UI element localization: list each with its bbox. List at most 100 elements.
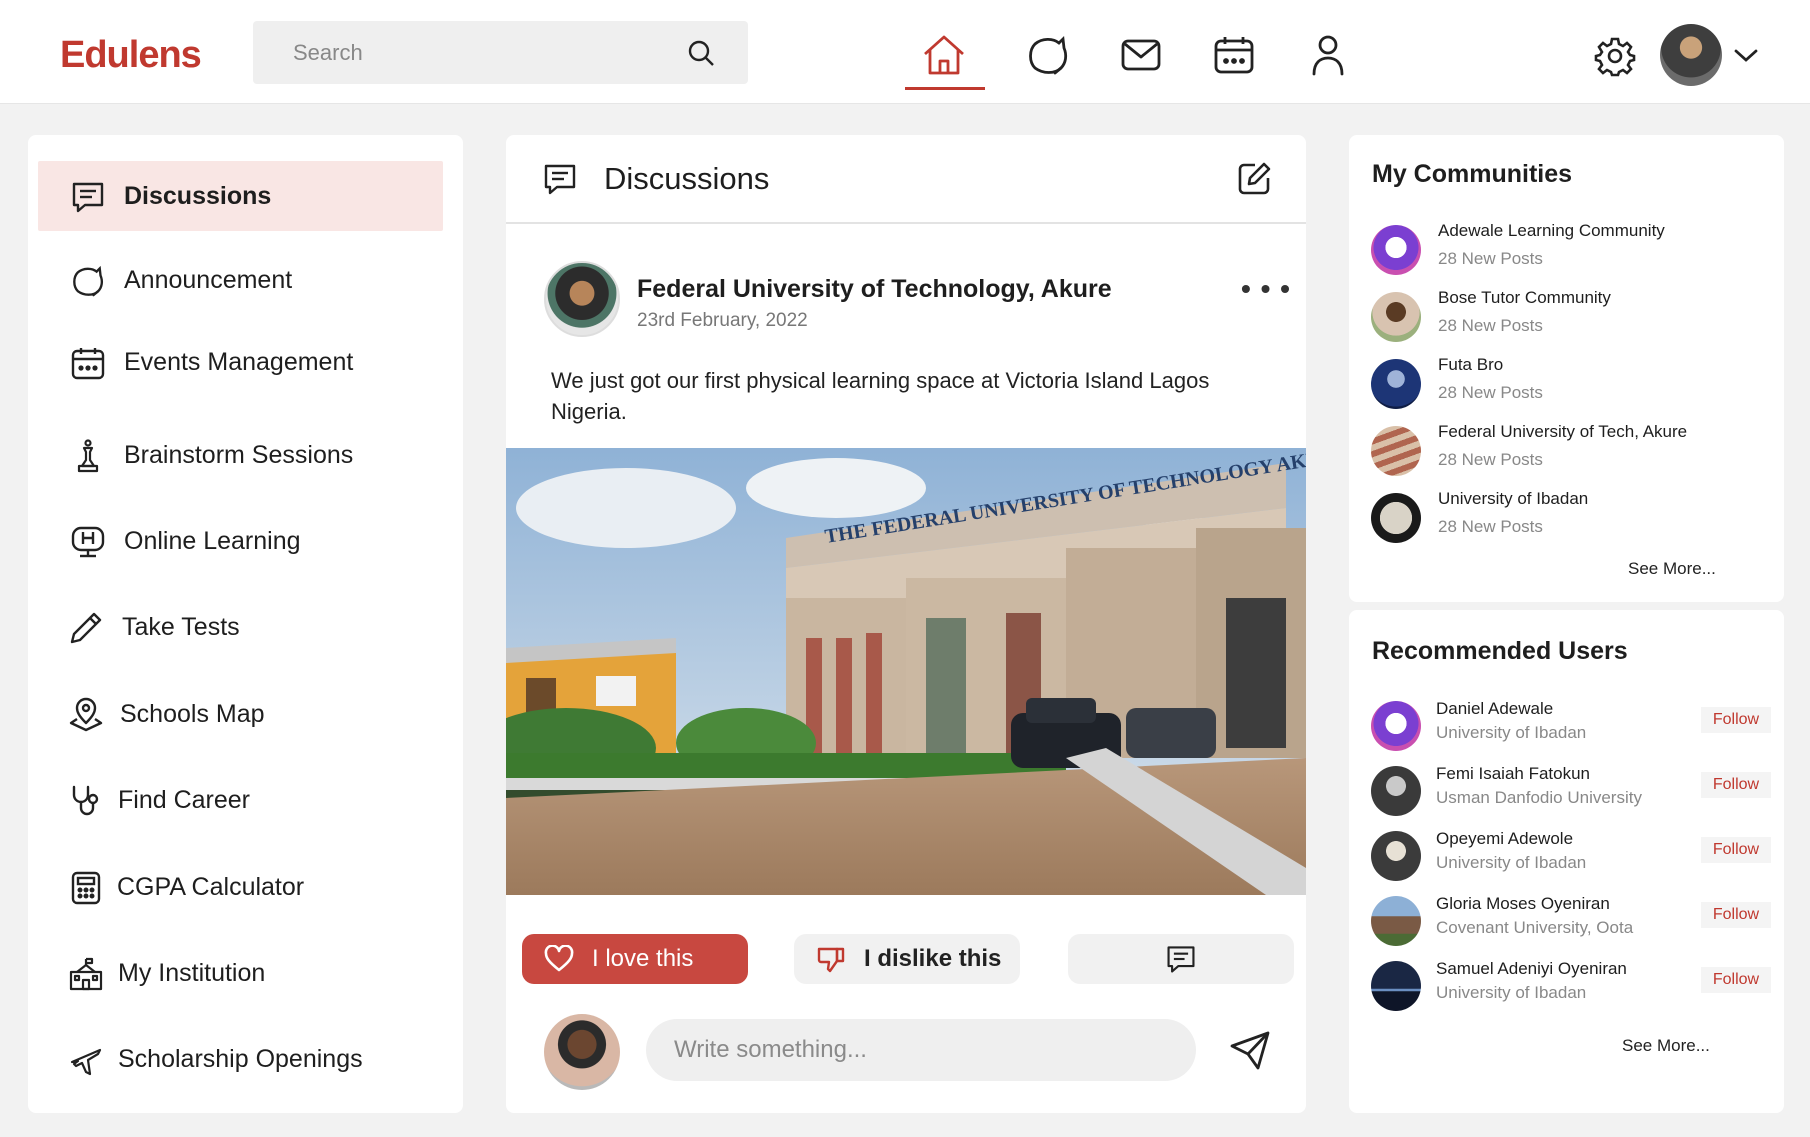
university-gate-photo: THE FEDERAL UNIVERSITY OF TECHNOLOGY AKU…	[506, 448, 1306, 895]
search-icon[interactable]	[686, 38, 716, 68]
dislike-button-label: I dislike this	[864, 945, 1002, 972]
post-author-avatar[interactable]	[544, 261, 620, 337]
calendar-icon	[71, 348, 105, 380]
sidebar-item-schools-map[interactable]: Schools Map	[38, 679, 443, 749]
user-name[interactable]: Opeyemi Adewole	[1436, 829, 1573, 849]
sidebar-item-my-institution[interactable]: My Institution	[38, 938, 443, 1008]
mail-icon[interactable]	[1118, 32, 1164, 78]
app-logo[interactable]: Edulens	[60, 34, 202, 77]
community-item[interactable]: University of Ibadan 28 New Posts	[1371, 485, 1771, 543]
sidebar-item-scholarship-openings[interactable]: Scholarship Openings	[38, 1024, 443, 1094]
community-avatar	[1371, 359, 1421, 409]
avatar[interactable]	[1371, 961, 1421, 1011]
sidebar-item-discussions[interactable]: Discussions	[38, 161, 443, 231]
home-icon[interactable]	[921, 32, 967, 78]
calendar-icon[interactable]	[1211, 32, 1257, 78]
post-date: 23rd February, 2022	[637, 310, 808, 331]
comment-input[interactable]	[646, 1019, 1196, 1081]
heart-icon	[544, 945, 574, 972]
gear-icon[interactable]	[1594, 35, 1636, 77]
page-title: Discussions	[604, 161, 770, 196]
sidebar-item-announcement[interactable]: Announcement	[38, 245, 443, 315]
community-item[interactable]: Bose Tutor Community 28 New Posts	[1371, 284, 1771, 342]
post-image[interactable]: THE FEDERAL UNIVERSITY OF TECHNOLOGY AKU…	[506, 448, 1306, 895]
follow-button[interactable]: Follow	[1701, 772, 1771, 798]
sidebar-item-cgpa-calculator[interactable]: CGPA Calculator	[38, 852, 443, 922]
love-button[interactable]: I love this	[522, 934, 748, 984]
user-name[interactable]: Daniel Adewale	[1436, 699, 1553, 719]
community-post-count: 28 New Posts	[1438, 517, 1543, 536]
see-more-communities-link[interactable]: See More...	[1628, 559, 1716, 579]
profile-icon[interactable]	[1305, 32, 1351, 78]
stethoscope-icon	[72, 785, 99, 816]
calculator-icon	[71, 871, 101, 905]
sidebar-item-take-tests[interactable]: Take Tests	[38, 592, 443, 662]
thumbs-down-icon	[817, 947, 845, 973]
community-avatar	[1371, 292, 1421, 342]
sidebar: Discussions Announcement Events Manageme…	[28, 135, 463, 1113]
follow-button[interactable]: Follow	[1701, 902, 1771, 928]
sidebar-item-label: CGPA Calculator	[117, 873, 305, 901]
community-item[interactable]: Adewale Learning Community 28 New Posts	[1371, 217, 1771, 275]
community-name: Adewale Learning Community	[1438, 221, 1665, 240]
plane-icon	[70, 1048, 102, 1076]
avatar[interactable]	[1371, 766, 1421, 816]
community-avatar	[1371, 426, 1421, 476]
sidebar-item-label: My Institution	[118, 959, 266, 987]
avatar[interactable]	[1371, 701, 1421, 751]
community-post-count: 28 New Posts	[1438, 383, 1543, 402]
community-item[interactable]: Federal University of Tech, Akure 28 New…	[1371, 418, 1771, 476]
post-text: We just got our first physical learning …	[551, 368, 1210, 424]
sidebar-item-label: Brainstorm Sessions	[124, 441, 354, 469]
recommended-title: Recommended Users	[1372, 637, 1628, 665]
user-name[interactable]: Samuel Adeniyi Oyeniran	[1436, 959, 1627, 979]
recommended-user-item: Samuel Adeniyi Oyeniran University of Ib…	[1371, 955, 1771, 1013]
community-name: Federal University of Tech, Akure	[1438, 422, 1688, 441]
community-name: Bose Tutor Community	[1438, 288, 1611, 307]
community-item[interactable]: Futa Bro 28 New Posts	[1371, 351, 1771, 409]
school-icon	[69, 957, 103, 991]
recommended-users-panel: Recommended Users Daniel Adewale Univers…	[1349, 610, 1784, 1113]
announcement-icon[interactable]	[1025, 32, 1071, 78]
pencil-icon	[70, 612, 102, 644]
sidebar-item-label: Take Tests	[122, 613, 240, 641]
follow-button[interactable]: Follow	[1701, 837, 1771, 863]
see-more-users-link[interactable]: See More...	[1622, 1036, 1710, 1056]
comment-icon	[1167, 946, 1195, 973]
my-communities-panel: My Communities Adewale Learning Communit…	[1349, 135, 1784, 602]
follow-button[interactable]: Follow	[1701, 967, 1771, 993]
sidebar-item-online-learning[interactable]: Online Learning	[38, 506, 443, 576]
user-name[interactable]: Gloria Moses Oyeniran	[1436, 894, 1610, 914]
recommended-user-item: Opeyemi Adewole University of Ibadan Fol…	[1371, 825, 1771, 883]
user-school: Usman Danfodio University	[1436, 788, 1642, 807]
sidebar-item-label: Discussions	[124, 182, 272, 210]
comment-button[interactable]	[1068, 934, 1294, 984]
send-icon[interactable]	[1228, 1028, 1272, 1072]
more-options-icon[interactable]: • • •	[1241, 273, 1291, 305]
user-name[interactable]: Femi Isaiah Fatokun	[1436, 764, 1590, 784]
search-input[interactable]	[253, 21, 673, 84]
sidebar-item-label: Events Management	[124, 348, 354, 376]
chevron-down-icon[interactable]	[1732, 44, 1760, 66]
follow-button[interactable]: Follow	[1701, 707, 1771, 733]
dislike-button[interactable]: I dislike this	[794, 934, 1020, 984]
discussion-icon	[72, 182, 104, 213]
user-school: University of Ibadan	[1436, 983, 1587, 1002]
community-avatar	[1371, 493, 1421, 543]
discussion-feed: Discussions Federal University of Techno…	[506, 135, 1306, 1113]
user-avatar[interactable]	[1660, 24, 1722, 86]
sidebar-item-find-career[interactable]: Find Career	[38, 765, 443, 835]
avatar[interactable]	[1371, 896, 1421, 946]
sidebar-item-brainstorm-sessions[interactable]: Brainstorm Sessions	[38, 420, 443, 490]
sidebar-item-events-management[interactable]: Events Management	[38, 327, 443, 397]
top-navigation-bar: Edulens	[0, 0, 1810, 104]
user-school: University of Ibadan	[1436, 853, 1587, 872]
search-bar[interactable]	[253, 21, 748, 84]
current-user-avatar	[544, 1014, 620, 1090]
edit-icon[interactable]	[1235, 160, 1273, 198]
avatar[interactable]	[1371, 831, 1421, 881]
community-post-count: 28 New Posts	[1438, 450, 1543, 469]
post-author-name[interactable]: Federal University of Technology, Akure	[637, 275, 1112, 304]
sidebar-item-label: Find Career	[118, 786, 250, 814]
sidebar-item-label: Online Learning	[124, 527, 301, 555]
